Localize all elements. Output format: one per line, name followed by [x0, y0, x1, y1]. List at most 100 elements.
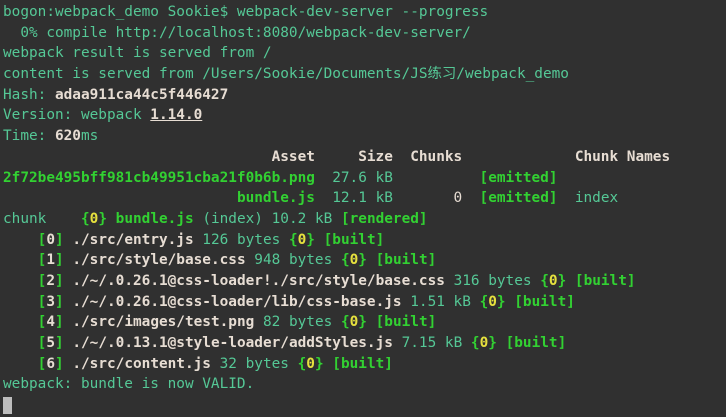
- module-row-4-seg-3: ]: [55, 314, 64, 330]
- module-row-1-seg-10: [367, 252, 376, 268]
- asset-row-png-seg-2: [emitted]: [480, 170, 558, 186]
- cursor-line: [3, 395, 726, 416]
- module-row-2-seg-5: ./~/.0.26.1@css-loader!./src/style/base.…: [72, 273, 445, 289]
- time-line: Time: 620ms: [3, 126, 726, 147]
- result-served-line: webpack result is served from /: [3, 43, 726, 64]
- module-row-6-seg-10: [324, 356, 333, 372]
- module-row-0-seg-9: }: [306, 232, 315, 248]
- module-row-6-seg-5: ./src/content.js: [72, 356, 211, 372]
- module-row-0-seg-0: [3, 232, 38, 248]
- module-row-1-seg-3: ]: [55, 252, 64, 268]
- asset-row-bundle: bundle.js 12.1 kB 0 [emitted] index: [3, 188, 726, 209]
- module-row-6-seg-7: {: [298, 356, 307, 372]
- content-served-line: content is served from /Users/Sookie/Doc…: [3, 64, 726, 85]
- module-row-6-seg-8: 0: [306, 356, 315, 372]
- module-row-5-seg-5: ./~/.0.13.1@style-loader/addStyles.js: [72, 335, 393, 351]
- assets-header-row-seg-0: Asset Size Chunks Chunk Names: [3, 149, 670, 165]
- module-row-2-seg-11: [built]: [575, 273, 636, 289]
- result-served-line-seg-0: webpack result is served from /: [3, 45, 272, 61]
- asset-row-png-seg-0: 2f72be495bff981cb49951cba21f0b6b.png: [3, 170, 315, 186]
- bundle-valid-line-seg-0: webpack: bundle is now VALID.: [3, 376, 254, 392]
- module-row-3-seg-11: [built]: [514, 294, 575, 310]
- module-row-6-seg-6: 32 bytes: [211, 356, 298, 372]
- module-row-6-seg-0: [3, 356, 38, 372]
- version-line: Version: webpack 1.14.0: [3, 105, 726, 126]
- module-row-1-seg-6: 948 bytes: [246, 252, 341, 268]
- module-row-5: [5] ./~/.0.13.1@style-loader/addStyles.j…: [3, 333, 726, 354]
- module-row-5-seg-9: }: [488, 335, 497, 351]
- module-row-4-seg-9: }: [358, 314, 367, 330]
- module-row-4-seg-10: [367, 314, 376, 330]
- module-row-2-seg-10: [566, 273, 575, 289]
- module-row-2-seg-6: 316 bytes: [445, 273, 540, 289]
- module-row-1-seg-2: 1: [46, 252, 55, 268]
- shell-prompt-line-seg-0: bogon:webpack_demo Sookie$ webpack-dev-s…: [3, 4, 488, 20]
- asset-row-bundle-seg-1: bundle.js: [237, 190, 315, 206]
- chunk-summary-line-seg-1: {: [81, 211, 90, 227]
- module-row-2-seg-0: [3, 273, 38, 289]
- module-row-0: [0] ./src/entry.js 126 bytes {0} [built]: [3, 230, 726, 251]
- module-row-3-seg-0: [3, 294, 38, 310]
- version-line-seg-0: Version: webpack: [3, 107, 150, 123]
- asset-row-bundle-seg-2: 12.1 kB: [315, 190, 410, 206]
- module-row-1-seg-8: 0: [350, 252, 359, 268]
- module-row-2: [2] ./~/.0.26.1@css-loader!./src/style/b…: [3, 271, 726, 292]
- module-row-1: [1] ./src/style/base.css 948 bytes {0} […: [3, 250, 726, 271]
- module-row-1-seg-0: [3, 252, 38, 268]
- asset-row-bundle-seg-5: [emitted]: [480, 190, 558, 206]
- module-row-5-seg-8: 0: [480, 335, 489, 351]
- terminal-cursor: [3, 397, 12, 414]
- module-row-3-seg-2: 3: [46, 294, 55, 310]
- terminal-window[interactable]: bogon:webpack_demo Sookie$ webpack-dev-s…: [0, 0, 726, 417]
- module-row-6-seg-11: [built]: [332, 356, 393, 372]
- asset-row-png: 2f72be495bff981cb49951cba21f0b6b.png 27.…: [3, 168, 726, 189]
- asset-row-bundle-seg-4: [462, 190, 479, 206]
- module-row-3-seg-5: ./~/.0.26.1@css-loader/lib/css-base.js: [72, 294, 401, 310]
- module-row-4-seg-5: ./src/images/test.png: [72, 314, 254, 330]
- chunk-summary-line-seg-4: [107, 211, 116, 227]
- module-row-1-seg-11: [built]: [376, 252, 437, 268]
- module-row-3-seg-3: ]: [55, 294, 64, 310]
- chunk-summary-line-seg-5: bundle.js: [116, 211, 194, 227]
- chunk-summary-line: chunk {0} bundle.js (index) 10.2 kB [ren…: [3, 209, 726, 230]
- module-row-4-seg-11: [built]: [376, 314, 437, 330]
- module-row-2-seg-9: }: [558, 273, 567, 289]
- module-row-2-seg-7: {: [540, 273, 549, 289]
- assets-header-row: Asset Size Chunks Chunk Names: [3, 147, 726, 168]
- bundle-valid-line: webpack: bundle is now VALID.: [3, 374, 726, 395]
- module-row-5-seg-11: [built]: [506, 335, 567, 351]
- time-line-seg-2: ms: [81, 128, 98, 144]
- module-row-0-seg-3: ]: [55, 232, 64, 248]
- module-row-2-seg-3: ]: [55, 273, 64, 289]
- module-row-4-seg-0: [3, 314, 38, 330]
- progress-line-seg-0: 0% compile http://localhost:8080/webpack…: [3, 25, 471, 41]
- time-line-seg-0: Time:: [3, 128, 55, 144]
- hash-line-seg-1: adaa911ca44c5f446427: [55, 87, 228, 103]
- module-row-4-seg-8: 0: [350, 314, 359, 330]
- version-line-seg-1: 1.14.0: [150, 107, 202, 123]
- module-row-3-seg-7: {: [480, 294, 489, 310]
- module-row-4-seg-2: 4: [46, 314, 55, 330]
- asset-row-bundle-seg-3: 0: [410, 190, 462, 206]
- module-row-0-seg-8: 0: [298, 232, 307, 248]
- module-row-5-seg-6: 7.15 kB: [393, 335, 471, 351]
- module-row-3: [3] ./~/.0.26.1@css-loader/lib/css-base.…: [3, 292, 726, 313]
- module-row-3-seg-8: 0: [488, 294, 497, 310]
- module-row-1-seg-7: {: [341, 252, 350, 268]
- module-row-4-seg-7: {: [341, 314, 350, 330]
- module-row-3-seg-6: 1.51 kB: [402, 294, 480, 310]
- asset-row-png-seg-1: 27.6 kB: [315, 170, 480, 186]
- progress-line: 0% compile http://localhost:8080/webpack…: [3, 23, 726, 44]
- module-row-6-seg-9: }: [315, 356, 324, 372]
- module-row-1-seg-9: }: [358, 252, 367, 268]
- module-row-0-seg-7: {: [289, 232, 298, 248]
- module-row-6-seg-2: 6: [46, 356, 55, 372]
- chunk-summary-line-seg-0: chunk: [3, 211, 81, 227]
- chunk-summary-line-seg-3: }: [98, 211, 107, 227]
- content-served-line-seg-0: content is served from /Users/Sookie/Doc…: [3, 66, 569, 82]
- asset-row-bundle-seg-6: index: [558, 190, 619, 206]
- module-row-5-seg-10: [497, 335, 506, 351]
- module-row-2-seg-2: 2: [46, 273, 55, 289]
- module-row-5-seg-0: [3, 335, 38, 351]
- module-row-6: [6] ./src/content.js 32 bytes {0} [built…: [3, 354, 726, 375]
